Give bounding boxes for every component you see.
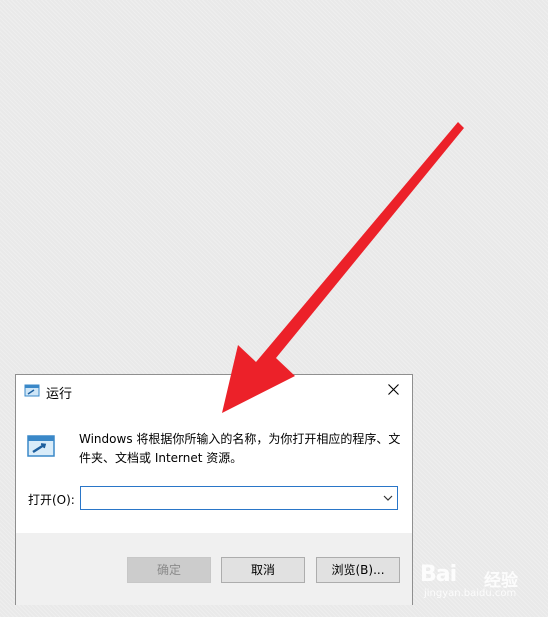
watermark-brand: Bai	[420, 562, 457, 587]
baidu-watermark: Bai 经验 jingyan.baidu.com	[420, 562, 545, 602]
arrow-shape	[222, 122, 464, 413]
watermark-url: jingyan.baidu.com	[424, 588, 517, 599]
red-arrow-annotation	[222, 122, 464, 413]
